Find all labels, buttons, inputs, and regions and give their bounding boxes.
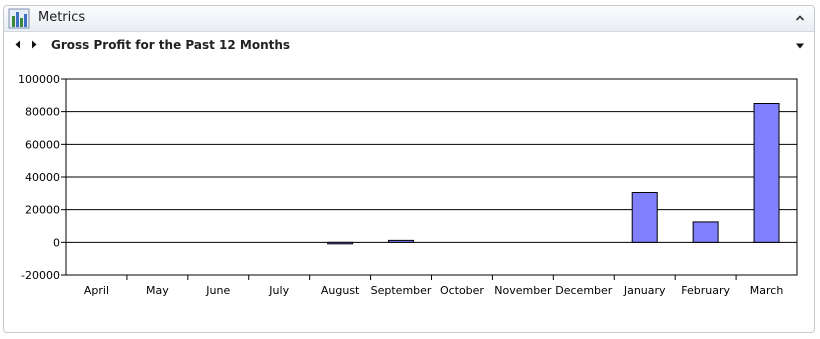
y-tick-label: 20000: [25, 204, 60, 217]
bar: [327, 241, 354, 245]
bar: [753, 103, 780, 243]
y-tick-label: 100000: [18, 73, 60, 86]
y-tick-label: 40000: [25, 171, 60, 184]
x-tick-label: April: [84, 284, 109, 297]
x-tick-label: August: [321, 284, 360, 297]
x-tick-label: January: [623, 284, 666, 297]
gross-profit-chart: -20000 0 20000 40000 60000 80000 100000 April Ma…: [18, 73, 798, 297]
x-tick-label: February: [681, 284, 730, 297]
x-tick-label: July: [268, 284, 289, 297]
y-tick-label: 60000: [25, 138, 60, 151]
x-tick-label: September: [371, 284, 432, 297]
x-tick-label: December: [555, 284, 613, 297]
x-tick-label: May: [146, 284, 169, 297]
x-tick-label: March: [750, 284, 784, 297]
bar: [692, 221, 719, 243]
y-tick-label: 0: [53, 236, 60, 249]
x-tick-label: June: [205, 284, 230, 297]
bar: [631, 192, 658, 243]
x-tick-label: October: [440, 284, 484, 297]
y-tick-label: -20000: [21, 269, 60, 282]
x-tick-label: November: [494, 284, 552, 297]
metrics-panel: Metrics Gross Profit for the Past 12 Mon…: [3, 5, 815, 333]
y-tick-label: 80000: [25, 106, 60, 119]
bar: [388, 239, 415, 243]
